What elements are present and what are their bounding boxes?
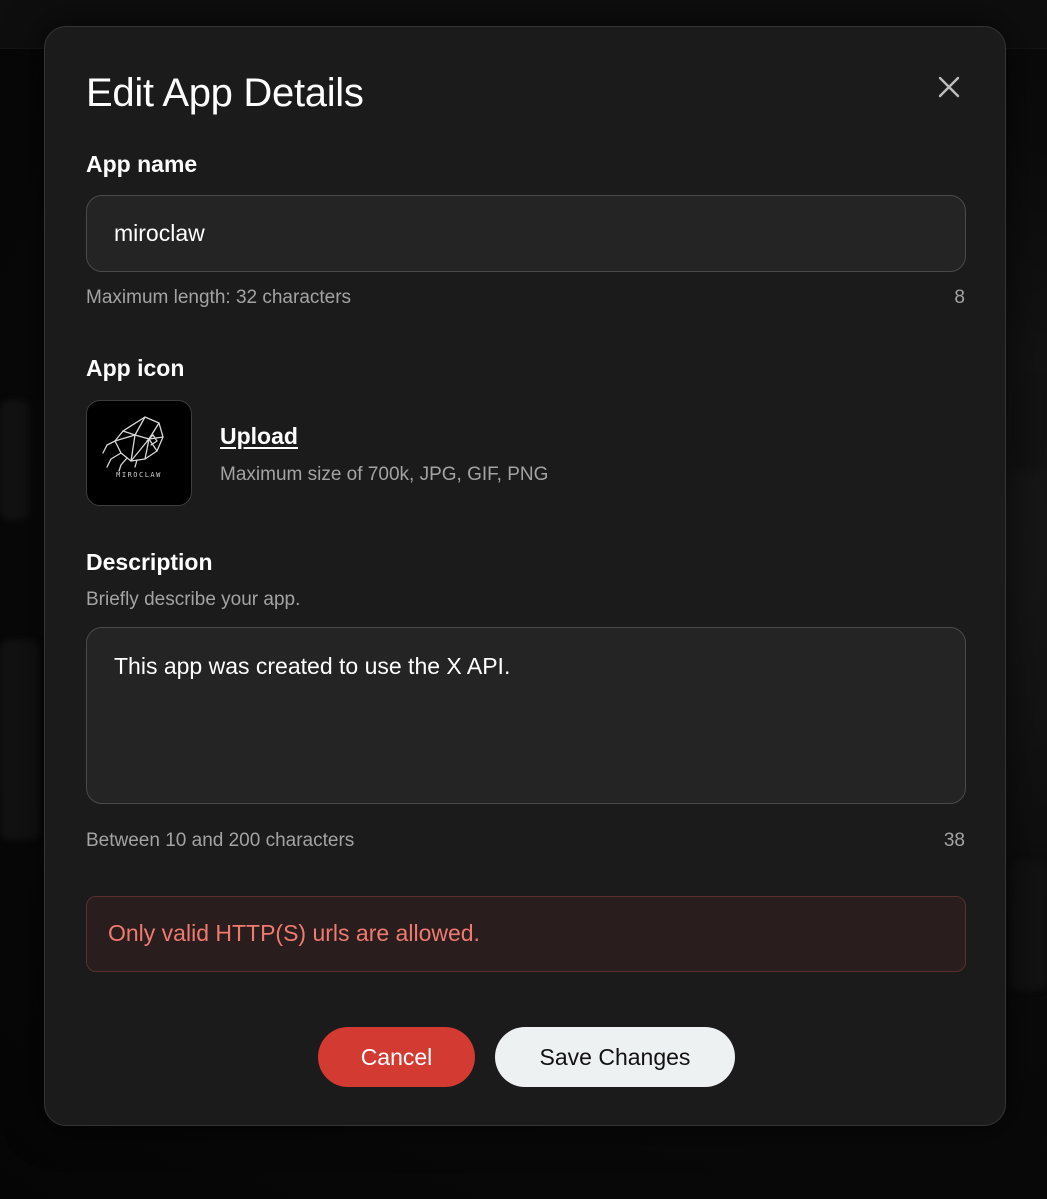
validation-error-message: Only valid HTTP(S) urls are allowed. bbox=[86, 896, 966, 972]
upload-hint: Maximum size of 700k, JPG, GIF, PNG bbox=[220, 464, 549, 485]
background-panel bbox=[0, 640, 40, 840]
app-name-hint: Maximum length: 32 characters bbox=[86, 287, 352, 308]
app-icon-label: App icon bbox=[86, 355, 185, 381]
close-button[interactable] bbox=[933, 71, 965, 103]
background-panel bbox=[1010, 860, 1047, 990]
app-name-char-count: 8 bbox=[954, 287, 965, 308]
description-label: Description bbox=[86, 549, 213, 575]
edit-app-dialog: Edit App Details App name Maximum length… bbox=[44, 26, 1006, 1126]
app-icon-preview: MIROCLAW bbox=[86, 400, 192, 506]
app-name-input[interactable] bbox=[86, 195, 966, 272]
description-hint: Between 10 and 200 characters bbox=[86, 830, 355, 851]
description-char-count: 38 bbox=[943, 830, 965, 851]
background-panel bbox=[1010, 380, 1047, 470]
description-textarea[interactable]: This app was created to use the X API. bbox=[86, 627, 966, 804]
app-name-label: App name bbox=[86, 151, 198, 177]
close-icon bbox=[938, 76, 960, 98]
app-icon-caption: MIROCLAW bbox=[116, 471, 162, 479]
dialog-title: Edit App Details bbox=[86, 71, 364, 115]
description-subtitle: Briefly describe your app. bbox=[86, 589, 301, 610]
cancel-button[interactable]: Cancel bbox=[318, 1027, 475, 1087]
save-changes-button[interactable]: Save Changes bbox=[495, 1027, 735, 1087]
background-panel bbox=[0, 400, 30, 520]
upload-link[interactable]: Upload bbox=[220, 423, 298, 450]
crab-logo-icon bbox=[102, 416, 164, 472]
